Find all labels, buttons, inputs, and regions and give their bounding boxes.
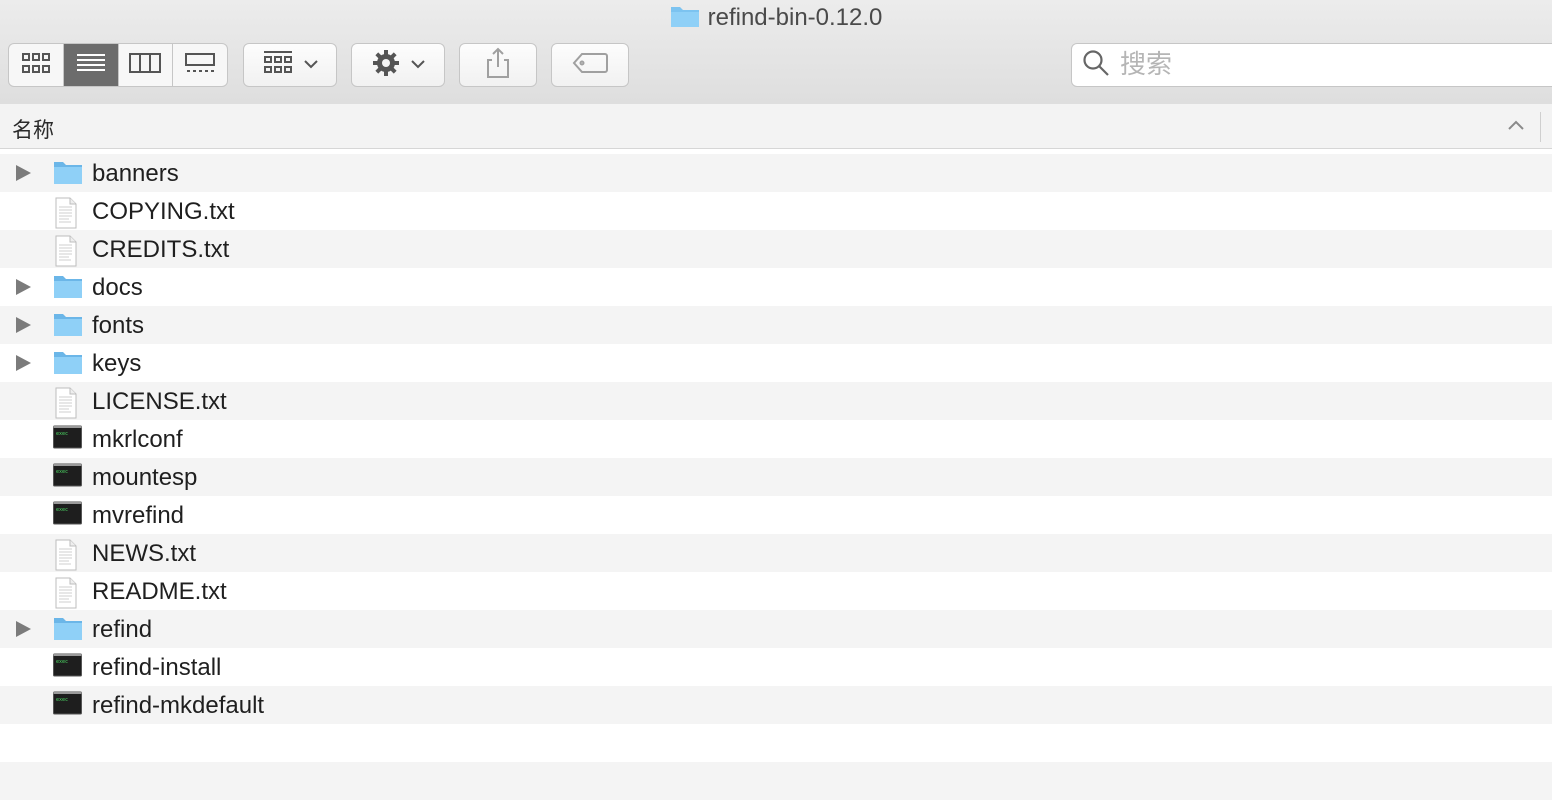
disclosure-triangle-icon[interactable] <box>16 621 31 637</box>
file-name: mountesp <box>92 464 198 491</box>
window-title-text: refind-bin-0.12.0 <box>707 4 883 31</box>
list-item[interactable]: banners <box>0 154 1552 192</box>
file-name: fonts <box>92 312 145 339</box>
file-name: banners <box>92 160 179 187</box>
list-item[interactable]: keys <box>0 344 1552 382</box>
folder-icon <box>53 273 83 304</box>
toolbar: refind-bin-0.12.0 <box>0 0 1552 105</box>
list-view-button[interactable] <box>63 44 119 86</box>
svg-text:exec: exec <box>56 431 68 437</box>
list-item[interactable]: README.txt <box>0 572 1552 610</box>
file-name: refind-mkdefault <box>92 692 265 719</box>
column-view-button[interactable] <box>119 44 174 86</box>
svg-text:exec: exec <box>56 507 68 513</box>
file-name: mkrlconf <box>92 426 183 453</box>
file-name: docs <box>92 274 143 301</box>
action-menu-button[interactable] <box>351 43 445 87</box>
executable-icon: exec <box>53 501 82 530</box>
list-item[interactable]: exec mkrlconf <box>0 420 1552 458</box>
search-field[interactable] <box>1071 43 1552 87</box>
file-name: keys <box>92 350 142 377</box>
list-item[interactable]: exec mvrefind <box>0 496 1552 534</box>
executable-icon: exec <box>53 425 82 454</box>
folder-icon <box>53 615 83 646</box>
text-document-icon <box>53 387 79 424</box>
file-name: README.txt <box>92 578 227 605</box>
file-name: mvrefind <box>92 502 185 529</box>
executable-icon: exec <box>53 463 82 492</box>
disclosure-triangle-icon[interactable] <box>16 317 31 333</box>
file-name: NEWS.txt <box>92 540 197 567</box>
gallery-icon <box>185 52 216 79</box>
svg-text:exec: exec <box>56 469 68 475</box>
share-button[interactable] <box>459 43 537 87</box>
disclosure-triangle-icon[interactable] <box>16 279 31 295</box>
share-icon <box>484 47 512 84</box>
sort-ascending-icon[interactable] <box>1508 118 1524 136</box>
file-name: CREDITS.txt <box>92 236 230 263</box>
search-input[interactable] <box>1118 49 1502 81</box>
folder-icon <box>670 4 700 35</box>
svg-text:exec: exec <box>56 697 68 703</box>
empty-row <box>0 724 1552 762</box>
folder-icon <box>53 159 83 190</box>
file-name: refind-install <box>92 654 222 681</box>
gallery-view-button[interactable] <box>173 44 227 86</box>
executable-icon: exec <box>53 691 82 720</box>
disclosure-triangle-icon[interactable] <box>16 355 31 371</box>
list-item[interactable]: COPYING.txt <box>0 192 1552 230</box>
chevron-down-icon <box>304 56 318 74</box>
list-icon <box>76 52 106 79</box>
list-item[interactable]: refind <box>0 610 1552 648</box>
file-list: banners COPYING.txt CREDITS.txt docs fonts ke… <box>0 154 1552 800</box>
column-divider[interactable] <box>1540 112 1541 142</box>
icon-view-button[interactable] <box>9 44 64 86</box>
columns-icon <box>129 52 162 79</box>
file-name: COPYING.txt <box>92 198 235 225</box>
text-document-icon <box>53 539 79 576</box>
view-mode-selector <box>8 43 228 87</box>
executable-icon: exec <box>53 653 82 682</box>
list-item[interactable]: docs <box>0 268 1552 306</box>
list-item[interactable]: LICENSE.txt <box>0 382 1552 420</box>
column-header: 名称 <box>0 104 1552 149</box>
file-name: refind <box>92 616 153 643</box>
svg-text:exec: exec <box>56 659 68 665</box>
search-icon <box>1082 49 1110 82</box>
tags-button[interactable] <box>551 43 629 87</box>
tag-icon <box>572 52 608 79</box>
list-item[interactable]: exec mountesp <box>0 458 1552 496</box>
folder-icon <box>53 349 83 380</box>
list-item[interactable]: CREDITS.txt <box>0 230 1552 268</box>
text-document-icon <box>53 577 79 614</box>
file-name: LICENSE.txt <box>92 388 227 415</box>
text-document-icon <box>53 235 79 272</box>
group-grid-icon <box>262 50 294 81</box>
empty-row <box>0 762 1552 800</box>
chevron-down-icon <box>411 56 425 74</box>
list-item[interactable]: exec refind-install <box>0 648 1552 686</box>
gear-icon <box>371 48 401 83</box>
disclosure-triangle-icon[interactable] <box>16 165 31 181</box>
window-title: refind-bin-0.12.0 <box>0 4 1552 35</box>
list-item[interactable]: fonts <box>0 306 1552 344</box>
list-item[interactable]: exec refind-mkdefault <box>0 686 1552 724</box>
text-document-icon <box>53 197 79 234</box>
icon-grid-icon <box>21 52 51 79</box>
name-column-header[interactable]: 名称 <box>12 114 54 144</box>
list-item[interactable]: NEWS.txt <box>0 534 1552 572</box>
folder-icon <box>53 311 83 342</box>
group-by-button[interactable] <box>243 43 337 87</box>
